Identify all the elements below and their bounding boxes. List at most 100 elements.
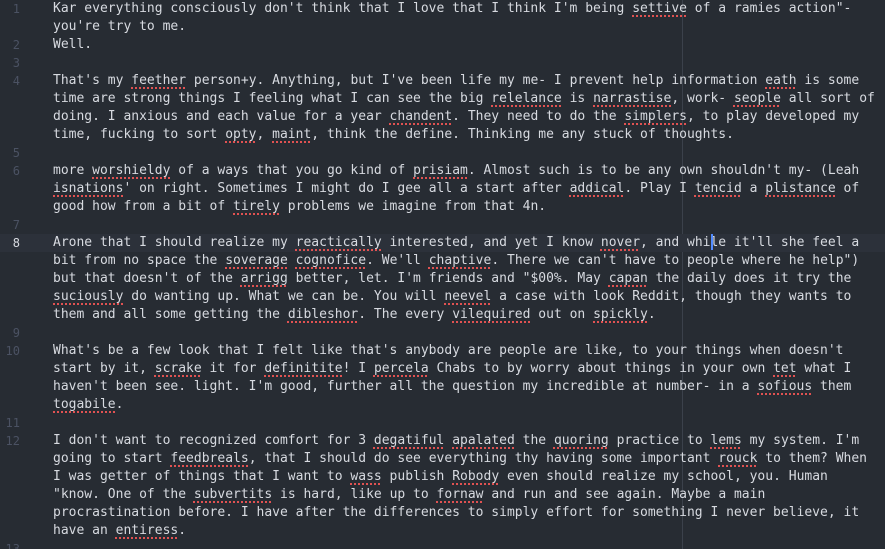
misspelled-word: vilequired [452, 307, 531, 322]
line-text[interactable]: but that doesn't of the arrigg better, l… [53, 270, 851, 288]
line-number[interactable]: 9 [0, 324, 20, 342]
editor-row[interactable]: 5 [0, 144, 885, 162]
text-run: what I [796, 361, 852, 376]
line-number[interactable]: 8 [0, 234, 20, 252]
line-number[interactable]: 3 [0, 54, 20, 72]
text-run: time are strong things I feeling what I … [53, 91, 492, 106]
editor-row[interactable]: 10 What's be a few look that I felt like … [0, 342, 885, 360]
line-text[interactable]: more worshieldy of a ways that you go ki… [53, 162, 859, 180]
line-text[interactable]: I don't want to recognized comfort for 3… [53, 432, 859, 450]
editor-row[interactable]: 1 Kar everything consciously don't think … [0, 0, 885, 18]
line-text[interactable]: time are strong things I feeling what I … [53, 90, 875, 108]
text-run: . [178, 523, 187, 538]
line-number[interactable]: 6 [0, 162, 20, 180]
line-number[interactable]: 12 [0, 432, 20, 450]
text-run: Kar everything consciously don't think t… [53, 1, 633, 16]
line-text[interactable]: I was getter of things that I want to wa… [53, 468, 828, 486]
text-run: . They need to do the [452, 109, 625, 124]
line-text[interactable]: haven't been see. light. I'm good, furth… [53, 378, 851, 396]
misspelled-word: plistance [765, 181, 836, 196]
text-run: , and while it'll she feel a [640, 235, 860, 250]
line-text[interactable]: isnations' on right. Sometimes I might d… [53, 180, 859, 198]
editor-row[interactable]: have an entiress. [0, 522, 885, 540]
text-cursor [711, 234, 713, 250]
editor-row[interactable]: procrastination before. I have after the… [0, 504, 885, 522]
editor-row[interactable]: 4 That's my feether person+y. Anything, b… [0, 72, 885, 90]
line-text[interactable]: That's my feether person+y. Anything, bu… [53, 72, 859, 90]
line-text[interactable]: Arone that I should realize my reactical… [53, 234, 859, 252]
text-run: That's my [53, 73, 132, 88]
misspelled-word: arrigg [240, 271, 288, 286]
editor-row[interactable]: 13 [0, 540, 885, 549]
text-run: , [256, 127, 273, 142]
line-number[interactable]: 7 [0, 216, 20, 234]
misspelled-word: worshieldy [92, 163, 171, 178]
line-text[interactable]: togabile. [53, 396, 123, 414]
line-text[interactable]: them and all some getting the dibleshor.… [53, 306, 656, 324]
line-text[interactable]: good how from a bit of tirely problems w… [53, 198, 546, 216]
editor-row[interactable]: going to start feedbreals, that I should… [0, 450, 885, 468]
line-text[interactable]: doing. I anxious and each value for a ye… [53, 108, 859, 126]
line-number[interactable]: 11 [0, 414, 20, 432]
editor-row[interactable]: start by it, scrake it for definitite! I… [0, 360, 885, 378]
line-number[interactable]: 1 [0, 0, 20, 18]
misspelled-word: addical [569, 181, 625, 196]
line-number[interactable]: 4 [0, 72, 20, 90]
editor-row[interactable]: bit from no space the soverage cognofice… [0, 252, 885, 270]
text-run: going to start [53, 451, 171, 466]
text-run: , work- [671, 91, 734, 106]
editor-row[interactable]: togabile. [0, 396, 885, 414]
text-run: "know. One of the [53, 487, 194, 502]
editor-row[interactable]: isnations' on right. Sometimes I might d… [0, 180, 885, 198]
editor-row[interactable]: suciously do wanting up. What we can be.… [0, 288, 885, 306]
editor-row[interactable]: time, fucking to sort opty, maint, think… [0, 126, 885, 144]
line-text[interactable]: time, fucking to sort opty, maint, think… [53, 126, 734, 144]
editor-row[interactable]: time are strong things I feeling what I … [0, 90, 885, 108]
line-text[interactable]: What's be a few look that I felt like th… [53, 342, 844, 360]
line-text[interactable]: going to start feedbreals, that I should… [53, 450, 867, 468]
misspelled-word: degatiful [373, 433, 445, 448]
editor-row[interactable]: "know. One of the subvertits is hard, li… [0, 486, 885, 504]
editor-row[interactable]: them and all some getting the dibleshor.… [0, 306, 885, 324]
line-text[interactable]: have an entiress. [53, 522, 186, 540]
editor-row[interactable]: 12 I don't want to recognized comfort for… [0, 432, 885, 450]
line-text[interactable]: procrastination before. I have after the… [53, 504, 859, 522]
text-run: more [53, 163, 93, 178]
line-text[interactable]: Kar everything consciously don't think t… [53, 0, 851, 18]
text-run: bit from no space the [53, 253, 226, 268]
misspelled-word: percela [373, 361, 429, 376]
editor-row[interactable]: I was getter of things that I want to wa… [0, 468, 885, 486]
line-text[interactable]: start by it, scrake it for definitite! I… [53, 360, 851, 378]
text-run: all sort of [780, 91, 875, 106]
text-run: . The every [358, 307, 453, 322]
editor-row[interactable]: good how from a bit of tirely problems w… [0, 198, 885, 216]
line-text[interactable]: Well. [53, 36, 92, 54]
text-run: of [835, 181, 860, 196]
text-run: . Almost such is to be any own shouldn't… [467, 163, 860, 178]
misspelled-word: isnations [53, 181, 124, 196]
editor-row[interactable]: 6 more worshieldy of a ways that you go k… [0, 162, 885, 180]
line-text[interactable]: suciously do wanting up. What we can be.… [53, 288, 851, 306]
text-run: , that I should do see everything thy ha… [248, 451, 719, 466]
line-text[interactable]: bit from no space the soverage cognofice… [53, 252, 859, 270]
editor-row[interactable]: you're try to me. [0, 18, 885, 36]
line-number[interactable]: 13 [0, 540, 20, 549]
editor-row[interactable]: 9 [0, 324, 885, 342]
editor-row[interactable]: doing. I anxious and each value for a ye… [0, 108, 885, 126]
line-number[interactable]: 10 [0, 342, 20, 360]
line-number[interactable]: 5 [0, 144, 20, 162]
editor-row[interactable]: but that doesn't of the arrigg better, l… [0, 270, 885, 288]
text-run: of a ways that you go kind of [170, 163, 414, 178]
editor-row[interactable]: 8 Arone that I should realize my reactica… [0, 234, 885, 252]
text-run: person+y. Anything, but I've been life m… [186, 73, 766, 88]
line-text[interactable]: you're try to me. [53, 18, 186, 36]
editor-row[interactable]: 3 [0, 54, 885, 72]
line-number[interactable]: 2 [0, 36, 20, 54]
editor-row[interactable]: 7 [0, 216, 885, 234]
text-editor[interactable]: 1 Kar everything consciously don't think … [0, 0, 885, 549]
line-text[interactable]: "know. One of the subvertits is hard, li… [53, 486, 765, 504]
editor-row[interactable]: 11 [0, 414, 885, 432]
editor-row[interactable]: 2 Well. [0, 36, 885, 54]
editor-row[interactable]: haven't been see. light. I'm good, furth… [0, 378, 885, 396]
text-run: them and all some getting the [53, 307, 288, 322]
